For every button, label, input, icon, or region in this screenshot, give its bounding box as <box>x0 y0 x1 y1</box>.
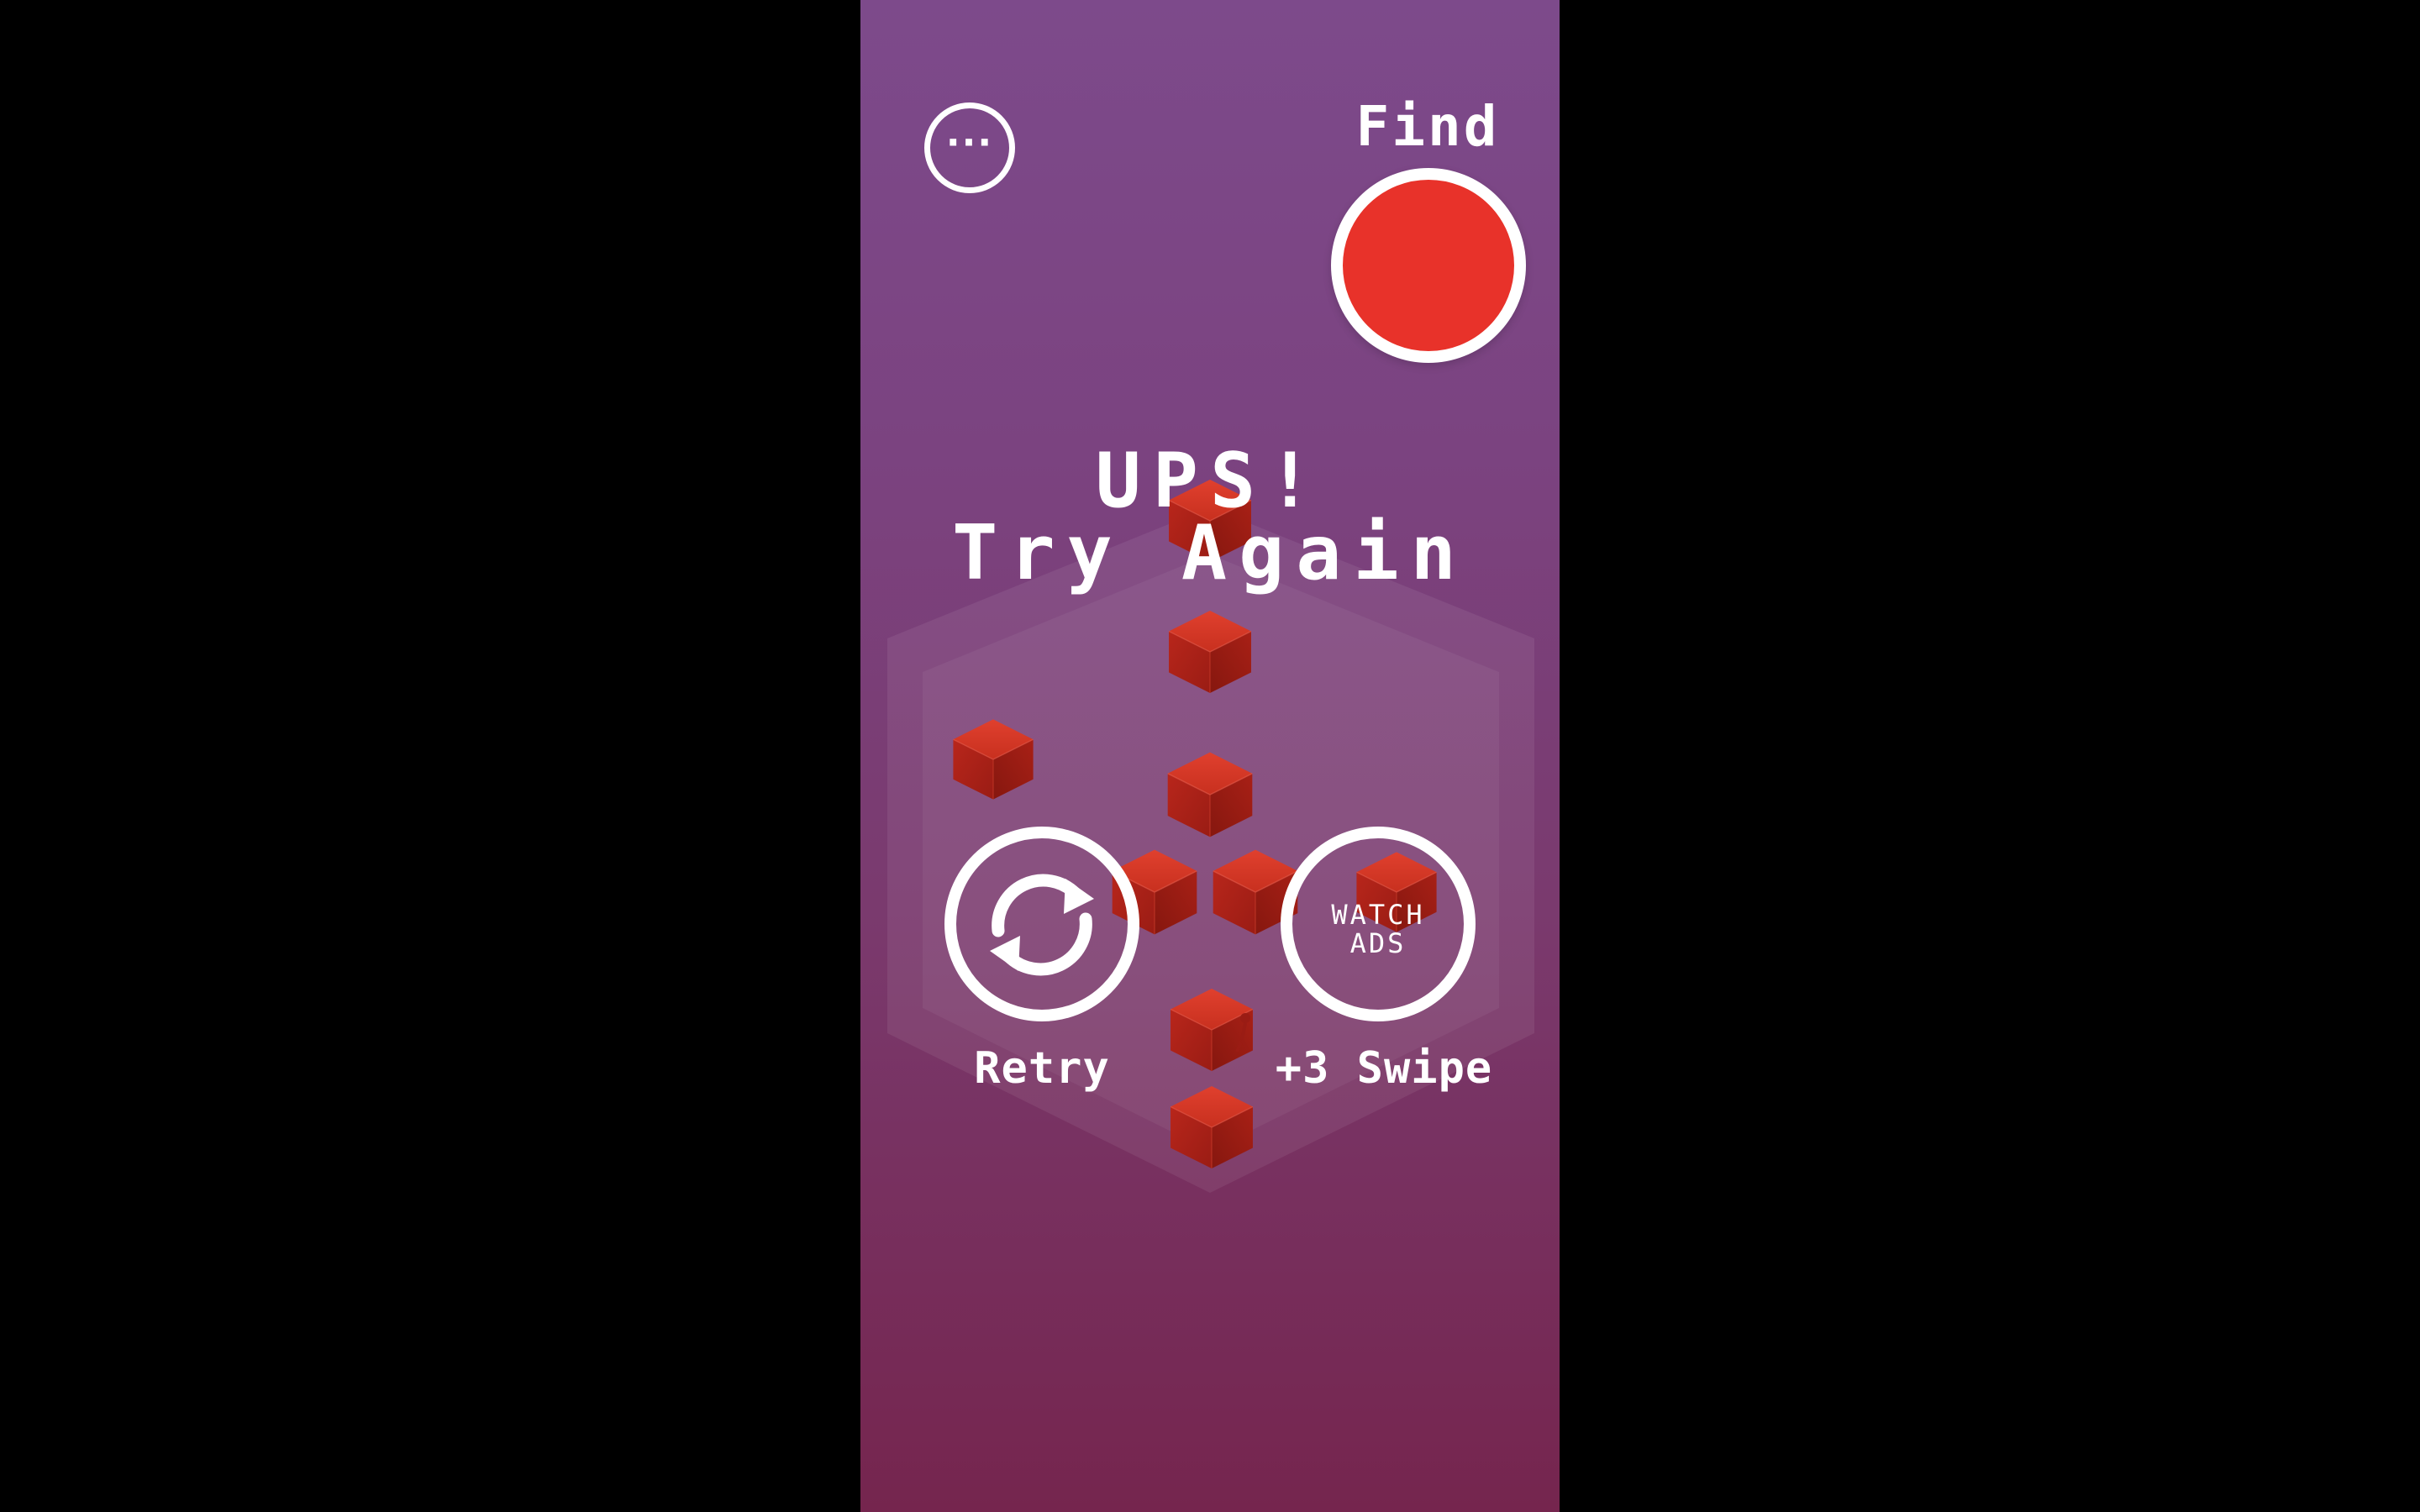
watch-ads-line1: WATCH <box>1331 899 1425 931</box>
refresh-icon <box>990 874 1094 976</box>
extra-swipes-label: +3 Swipe <box>1275 1043 1493 1094</box>
find-target-indicator <box>1331 168 1526 363</box>
screen-frame: ··· Find UPS! Try Again Retry WATCH ADS … <box>0 0 2420 1512</box>
game-screen: ··· Find UPS! Try Again Retry WATCH ADS … <box>860 0 1560 1512</box>
menu-button[interactable]: ··· <box>924 102 1015 193</box>
watch-ads-line2: ADS <box>1349 927 1407 959</box>
game-over-subtitle: Try Again <box>952 509 1468 597</box>
watch-ads-text: WATCH ADS <box>1292 900 1464 958</box>
retry-label: Retry <box>974 1043 1110 1094</box>
find-label: Find <box>1355 94 1500 159</box>
more-horizontal-icon: ··· <box>945 121 994 165</box>
watch-ads-button[interactable]: WATCH ADS <box>1281 827 1476 1021</box>
retry-button[interactable] <box>944 827 1139 1021</box>
